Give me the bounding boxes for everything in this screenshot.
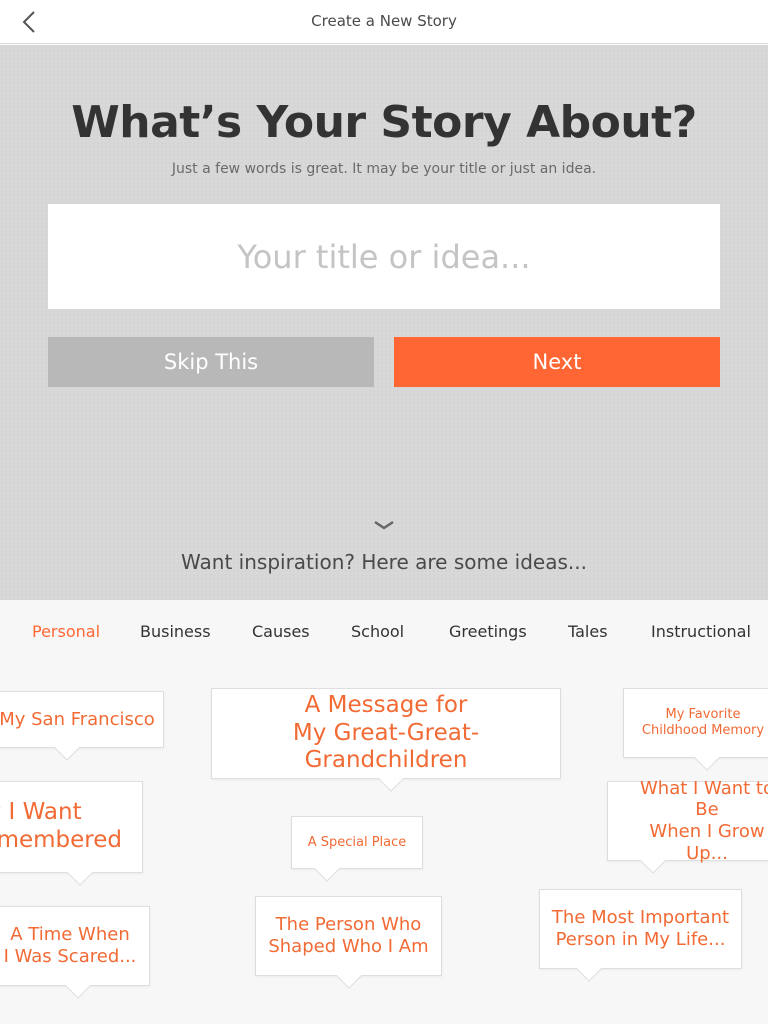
idea-bubble[interactable]: What I Want to Be When I Grow Up...: [607, 777, 768, 874]
tab-greetings[interactable]: Greetings: [449, 622, 527, 641]
idea-bubble[interactable]: A Message for My Great-Great-Grandchildr…: [211, 688, 561, 792]
tab-school[interactable]: School: [351, 622, 404, 641]
inspiration-label: Want inspiration? Here are some ideas...: [181, 550, 587, 574]
chevron-down-icon[interactable]: [373, 519, 395, 533]
idea-bubble[interactable]: The Most Important Person in My Life...: [539, 889, 742, 982]
idea-text: What I Want to Be When I Grow Up...: [640, 777, 768, 864]
hero-subtitle: Just a few words is great. It may be you…: [171, 161, 597, 177]
idea-text: The Most Important Person in My Life...: [551, 907, 730, 950]
idea-bubble[interactable]: The Person Who Shaped Who I Am: [255, 896, 442, 989]
next-button[interactable]: Next: [394, 337, 720, 387]
idea-text: My Favorite Childhood Memory: [641, 707, 765, 738]
idea-text: The Person Who Shaped Who I Am: [268, 914, 429, 957]
idea-bubble[interactable]: My San Francisco: [0, 691, 164, 761]
tab-business[interactable]: Business: [140, 622, 211, 641]
idea-bubble[interactable]: A Time When I Was Scared...: [0, 906, 150, 999]
skip-button[interactable]: Skip This: [48, 337, 374, 387]
idea-text: A Message for My Great-Great-Grandchildr…: [292, 692, 480, 774]
idea-bubble[interactable]: My Favorite Childhood Memory: [623, 688, 768, 771]
idea-text: A Special Place: [307, 834, 407, 850]
story-title-input[interactable]: [48, 204, 720, 309]
idea-bubble[interactable]: w I Want emembered: [0, 781, 143, 886]
idea-bubble[interactable]: A Special Place: [291, 816, 423, 882]
tab-tales[interactable]: Tales: [568, 622, 608, 641]
idea-text: My San Francisco: [0, 708, 155, 730]
hero-title: What’s Your Story About?: [71, 97, 697, 148]
tab-instructional[interactable]: Instructional: [651, 622, 751, 641]
tab-causes[interactable]: Causes: [252, 622, 310, 641]
idea-text: A Time When I Was Scared...: [3, 924, 137, 967]
tab-personal[interactable]: Personal: [32, 622, 100, 641]
top-bar: Create a New Story: [0, 0, 768, 44]
page-title: Create a New Story: [311, 12, 457, 30]
idea-text: w I Want emembered: [0, 799, 122, 853]
story-prompt-panel: What’s Your Story About? Just a few word…: [0, 45, 768, 600]
